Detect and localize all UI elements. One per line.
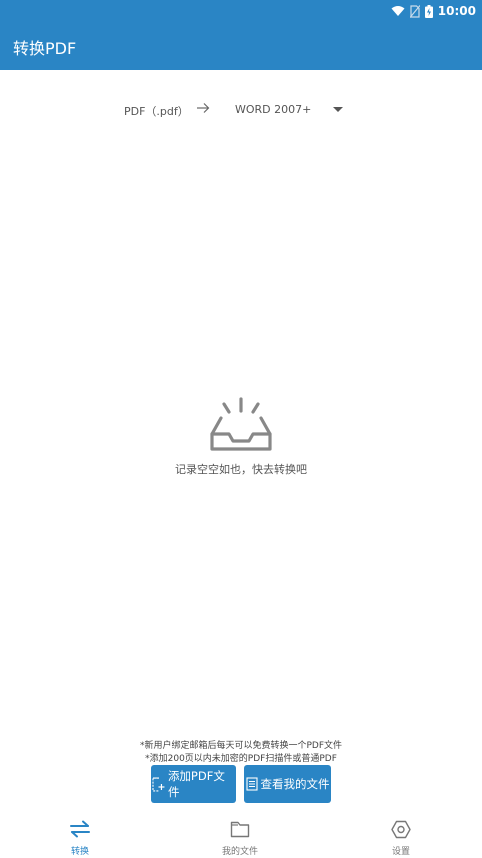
status-bar: 10:00 <box>0 0 482 22</box>
app-bar: 转换PDF <box>0 22 482 70</box>
nav-item-settings[interactable]: 设置 <box>361 812 441 858</box>
view-my-files-button[interactable]: 查看我的文件 <box>244 765 331 803</box>
add-pdf-button-label: 添加PDF文件 <box>167 769 225 799</box>
no-sim-icon <box>409 4 420 18</box>
status-time: 10:00 <box>437 4 476 18</box>
status-icons: 10:00 <box>391 2 476 20</box>
wifi-icon <box>391 6 405 16</box>
empty-inbox-icon <box>210 397 272 451</box>
settings-hexagon-icon <box>391 820 411 838</box>
empty-state-message: 记录空空如也，快去转换吧 <box>175 463 307 476</box>
format-selector-row: PDF（.pdf） WORD 2007+ <box>0 98 482 122</box>
nav-item-my-files-label: 我的文件 <box>221 847 258 857</box>
nav-item-convert[interactable]: 转换 <box>40 812 120 858</box>
target-format-select[interactable]: WORD 2007+ <box>235 103 311 116</box>
notice-page-limit: *添加200页以内未加密的PDF扫描件或普通PDF <box>145 754 337 764</box>
source-format-label: PDF（.pdf） <box>124 105 189 118</box>
swap-arrows-icon <box>70 820 90 838</box>
add-pdf-button[interactable]: 添加PDF文件 <box>151 765 236 803</box>
nav-item-settings-label: 设置 <box>391 847 410 857</box>
nav-item-my-files[interactable]: 我的文件 <box>200 812 280 858</box>
nav-item-convert-label: 转换 <box>70 847 89 857</box>
page-title: 转换PDF <box>13 39 77 58</box>
notice-free-conversion: *新用户绑定邮箱后每天可以免费转换一个PDF文件 <box>139 741 343 751</box>
dropdown-caret-icon[interactable] <box>333 107 343 112</box>
bottom-navigation: 转换 我的文件 设置 <box>0 812 482 858</box>
view-my-files-button-label: 查看我的文件 <box>260 777 330 791</box>
folder-icon <box>230 821 250 837</box>
battery-charging-icon <box>424 4 433 18</box>
arrow-right-icon <box>197 103 210 113</box>
add-file-icon <box>152 776 165 792</box>
document-list-icon <box>245 777 258 791</box>
